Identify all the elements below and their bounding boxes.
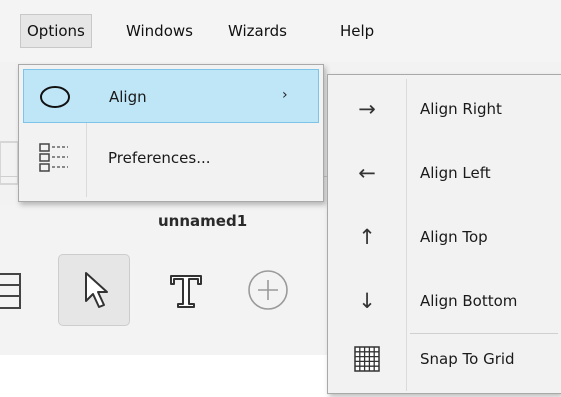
menu-item-align[interactable]: Align › bbox=[23, 69, 319, 123]
add-tool-button[interactable] bbox=[232, 254, 304, 326]
text-tool-button[interactable] bbox=[150, 254, 222, 326]
submenu-item-label: Align Right bbox=[420, 100, 502, 118]
select-tool-button[interactable] bbox=[58, 254, 130, 326]
submenu-item-label: Align Bottom bbox=[420, 292, 518, 310]
document-title: unnamed1 bbox=[158, 212, 248, 230]
partial-tool-button[interactable] bbox=[0, 254, 28, 326]
menu-help[interactable]: Help bbox=[334, 14, 380, 48]
submenu-item-label: Align Left bbox=[420, 164, 491, 182]
submenu-item-align-right[interactable]: → Align Right bbox=[328, 77, 561, 141]
table-icon bbox=[0, 273, 21, 309]
ellipse-icon bbox=[24, 70, 86, 124]
menu-item-label: Preferences... bbox=[108, 149, 211, 167]
submenu-item-align-bottom[interactable]: ↓ Align Bottom bbox=[328, 269, 561, 333]
submenu-item-label: Align Top bbox=[420, 228, 488, 246]
grid-icon bbox=[328, 327, 406, 391]
submenu-item-label: Snap To Grid bbox=[420, 350, 515, 368]
submenu-arrow-icon: › bbox=[282, 87, 288, 103]
arrow-up-icon: ↑ bbox=[358, 225, 376, 249]
menu-wizards[interactable]: Wizards bbox=[222, 14, 293, 48]
arrow-left-icon: ← bbox=[358, 161, 376, 185]
text-T-icon bbox=[170, 275, 202, 308]
align-submenu: → Align Right ← Align Left ↑ Align Top ↓… bbox=[327, 74, 561, 394]
cursor-arrow-icon bbox=[85, 272, 108, 308]
menu-bar: Options Windows Wizards Help bbox=[0, 0, 561, 62]
preferences-list-icon bbox=[23, 131, 85, 185]
submenu-item-snap-to-grid[interactable]: Snap To Grid bbox=[328, 327, 561, 391]
submenu-item-align-left[interactable]: ← Align Left bbox=[328, 141, 561, 205]
circle-plus-icon bbox=[248, 270, 288, 310]
options-dropdown-menu: Align › Preferences... bbox=[18, 64, 324, 202]
menu-item-preferences[interactable]: Preferences... bbox=[23, 131, 319, 185]
submenu-item-align-top[interactable]: ↑ Align Top bbox=[328, 205, 561, 269]
menu-windows[interactable]: Windows bbox=[120, 14, 199, 48]
menu-item-label: Align bbox=[109, 88, 147, 106]
arrow-down-icon: ↓ bbox=[358, 289, 376, 313]
menu-options[interactable]: Options bbox=[20, 14, 92, 48]
arrow-right-icon: → bbox=[358, 97, 376, 121]
